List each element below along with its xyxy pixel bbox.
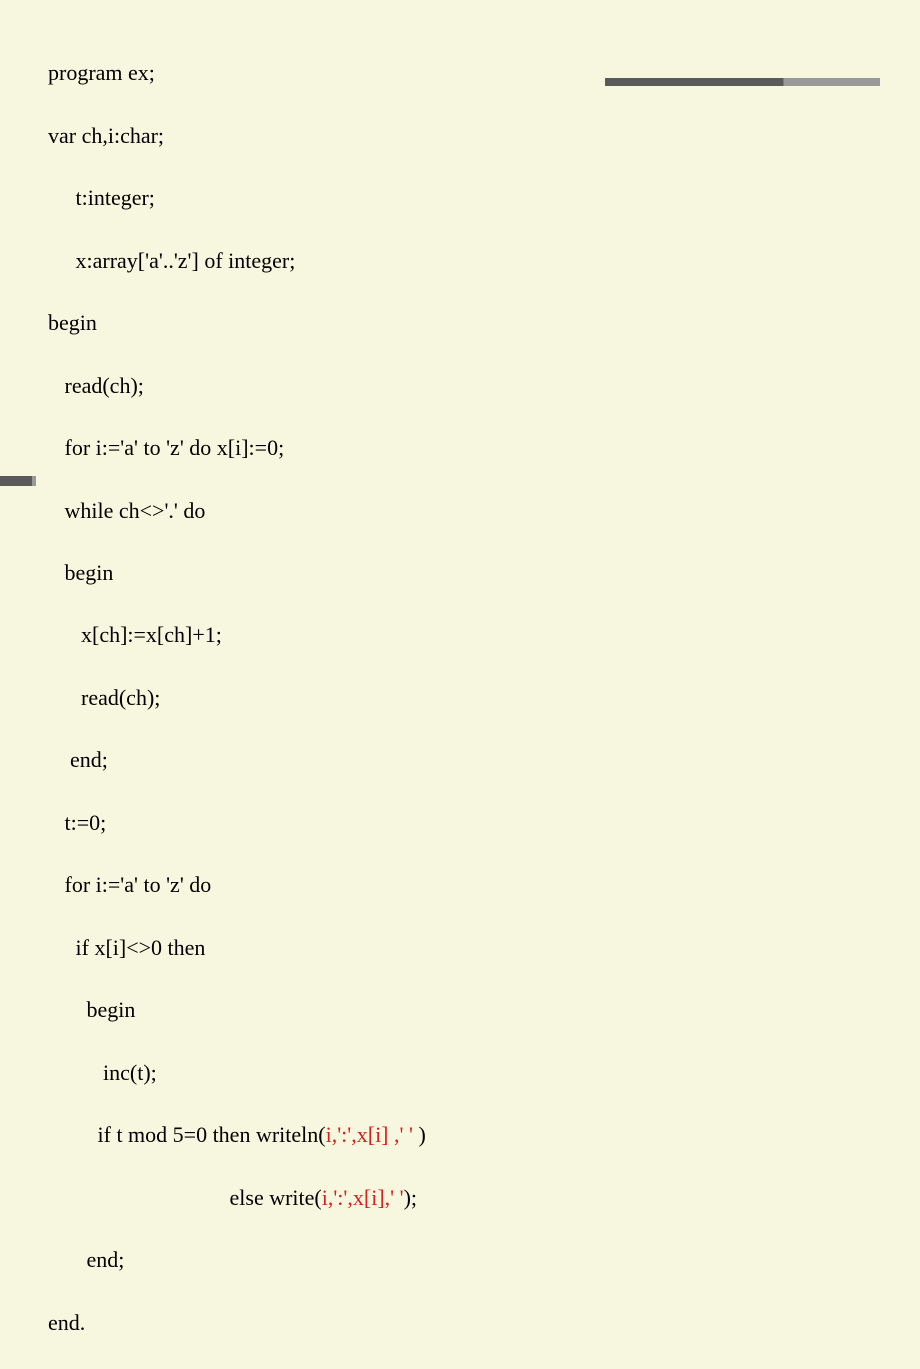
code-line: x:array['a'..'z'] of integer;	[48, 245, 426, 276]
code-line: x[ch]:=x[ch]+1;	[48, 619, 426, 650]
code-line: read(ch);	[48, 370, 426, 401]
code-line: t:=0;	[48, 807, 426, 838]
code-text: );	[404, 1185, 417, 1210]
code-line: begin	[48, 994, 426, 1025]
code-line: end.	[48, 1307, 426, 1338]
code-text: else write(	[48, 1185, 322, 1210]
code-line: if x[i]<>0 then	[48, 932, 426, 963]
code-line: else write(i,':',x[i],' ');	[48, 1182, 426, 1213]
code-line: if t mod 5=0 then writeln(i,':',x[i] ,' …	[48, 1119, 426, 1150]
code-text: if t mod 5=0 then writeln(	[48, 1122, 326, 1147]
code-line: end;	[48, 744, 426, 775]
code-highlight: i,':',x[i] ,' '	[326, 1122, 413, 1147]
code-line: begin	[48, 557, 426, 588]
code-line: end;	[48, 1244, 426, 1275]
pascal-code: program ex; var ch,i:char; t:integer; x:…	[48, 26, 426, 1369]
left-decorative-bar	[0, 476, 36, 486]
code-line: for i:='a' to 'z' do x[i]:=0;	[48, 432, 426, 463]
code-line: inc(t);	[48, 1057, 426, 1088]
code-line: read(ch);	[48, 682, 426, 713]
code-highlight: i,':',x[i],' '	[322, 1185, 404, 1210]
code-line: for i:='a' to 'z' do	[48, 869, 426, 900]
code-line: var ch,i:char;	[48, 120, 426, 151]
code-line: begin	[48, 307, 426, 338]
code-line: program ex;	[48, 57, 426, 88]
right-decorative-bar	[605, 78, 880, 86]
code-text: )	[413, 1122, 426, 1147]
code-line: while ch<>'.' do	[48, 495, 426, 526]
code-line: t:integer;	[48, 182, 426, 213]
